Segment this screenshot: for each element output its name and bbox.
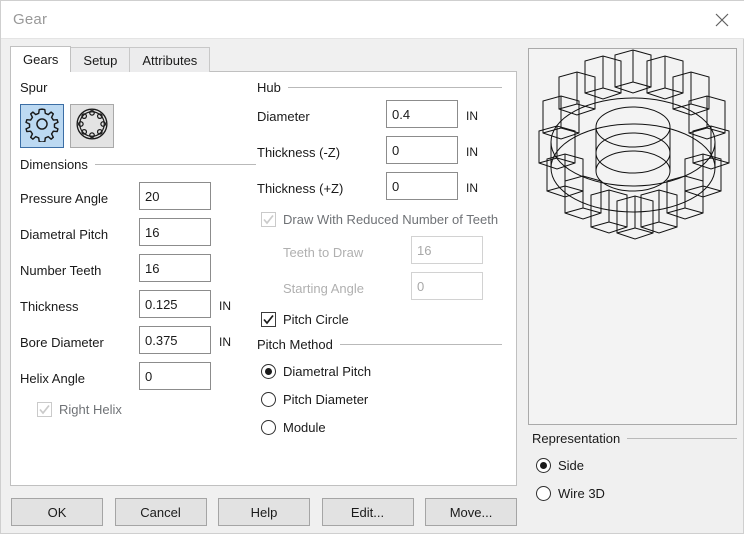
radio-module-label: Module (283, 420, 326, 435)
tab-gears[interactable]: Gears (10, 46, 72, 72)
dimensions-group-label: Dimensions (20, 157, 88, 172)
internal-ring-gear-button[interactable] (70, 104, 114, 148)
thickness-label: Thickness (20, 299, 79, 314)
hub-thickness-pos-z-unit: IN (466, 181, 478, 195)
spur-gear-button[interactable] (20, 104, 64, 148)
gear-dialog: Gear Gears Setup Attributes Spur Dimensi… (0, 0, 744, 534)
group-divider (94, 164, 256, 165)
draw-reduced-teeth-checkbox[interactable]: Draw With Reduced Number of Teeth (261, 212, 498, 227)
spur-group-header: Spur (20, 80, 252, 95)
window-title: Gear (13, 11, 48, 28)
gear-wireframe-drawing (538, 49, 730, 240)
helix-angle-input[interactable] (139, 362, 211, 390)
radio-diametral-pitch-label: Diametral Pitch (283, 364, 372, 379)
diametral-pitch-input[interactable] (139, 218, 211, 246)
radio-circle (261, 392, 276, 407)
radio-module[interactable]: Module (261, 420, 326, 435)
radio-pitch-diameter-label: Pitch Diameter (283, 392, 369, 407)
pitch-method-group-header: Pitch Method (257, 337, 502, 352)
pressure-angle-label: Pressure Angle (20, 191, 109, 206)
teeth-to-draw-input[interactable] (411, 236, 483, 264)
radio-circle (536, 486, 551, 501)
radio-diametral-pitch[interactable]: Diametral Pitch (261, 364, 371, 379)
hub-diameter-label: Diameter (257, 109, 310, 124)
radio-dot (265, 368, 272, 375)
radio-wire-3d[interactable]: Wire 3D (536, 486, 605, 501)
number-teeth-label: Number Teeth (20, 263, 102, 278)
draw-reduced-teeth-label: Draw With Reduced Number of Teeth (283, 212, 499, 227)
radio-circle (536, 458, 551, 473)
right-helix-label: Right Helix (59, 402, 122, 417)
radio-side-label: Side (558, 458, 585, 473)
thickness-unit: IN (219, 299, 231, 313)
hub-thickness-pos-z-label: Thickness (+Z) (257, 181, 344, 196)
hub-thickness-neg-z-unit: IN (466, 145, 478, 159)
pitch-method-group-label: Pitch Method (257, 337, 333, 352)
pitch-circle-label: Pitch Circle (283, 312, 349, 327)
number-teeth-input[interactable] (139, 254, 211, 282)
hub-group-header: Hub (257, 80, 502, 95)
hub-diameter-input[interactable] (386, 100, 458, 128)
starting-angle-input[interactable] (411, 272, 483, 300)
group-divider (287, 87, 502, 88)
bore-diameter-unit: IN (219, 335, 231, 349)
tab-strip: Gears Setup Attributes (10, 46, 211, 72)
starting-angle-label: Starting Angle (283, 281, 364, 296)
bore-diameter-label: Bore Diameter (20, 335, 104, 350)
close-icon (714, 12, 730, 28)
group-divider (627, 438, 737, 439)
gear-wireframe-preview (528, 48, 737, 425)
radio-wire-3d-label: Wire 3D (558, 486, 605, 501)
edit-button[interactable]: Edit... (321, 498, 414, 526)
gears-tab-panel: Spur Dimensions Pressure Angle 20 Diamet… (10, 71, 517, 486)
hub-thickness-neg-z-label: Thickness (-Z) (257, 145, 341, 160)
pitch-circle-checkbox[interactable]: Pitch Circle (261, 312, 349, 327)
representation-group: Representation Side Wire 3D (528, 431, 737, 513)
tab-setup[interactable]: Setup (70, 47, 131, 72)
hub-diameter-unit: IN (466, 109, 478, 123)
group-divider (339, 344, 502, 345)
representation-group-label: Representation (532, 431, 621, 446)
hub-thickness-pos-z-input[interactable] (386, 172, 458, 200)
checkbox-box (261, 212, 276, 227)
right-helix-checkbox[interactable]: Right Helix (37, 402, 122, 417)
diametral-pitch-label: Diametral Pitch (20, 227, 109, 242)
hub-thickness-neg-z-input[interactable] (386, 136, 458, 164)
radio-circle (261, 364, 276, 379)
radio-pitch-diameter[interactable]: Pitch Diameter (261, 392, 368, 407)
representation-group-header: Representation (532, 431, 737, 446)
radio-dot (540, 462, 547, 469)
helix-angle-label: Helix Angle (20, 371, 86, 386)
dimensions-group-header: Dimensions (20, 157, 256, 172)
title-bar: Gear (1, 1, 744, 39)
ok-button[interactable]: OK (11, 498, 103, 526)
hub-group-label: Hub (257, 80, 281, 95)
internal-ring-gear-icon (74, 106, 110, 147)
help-button[interactable]: Help (218, 498, 310, 526)
bore-diameter-input[interactable] (139, 326, 211, 354)
checkbox-box (37, 402, 52, 417)
dialog-button-row: OK Cancel Help Edit... Move... (11, 498, 517, 526)
close-button[interactable] (699, 1, 744, 39)
checkbox-box (261, 312, 276, 327)
teeth-to-draw-label: Teeth to Draw (283, 245, 364, 260)
radio-side[interactable]: Side (536, 458, 584, 473)
cancel-button[interactable]: Cancel (114, 498, 207, 526)
radio-circle (261, 420, 276, 435)
thickness-input[interactable] (139, 290, 211, 318)
spur-group-label: Spur (20, 80, 48, 95)
tab-attributes[interactable]: Attributes (129, 47, 211, 72)
move-button[interactable]: Move... (425, 498, 517, 526)
spur-gear-icon (24, 106, 60, 147)
pressure-angle-input[interactable] (139, 182, 211, 210)
